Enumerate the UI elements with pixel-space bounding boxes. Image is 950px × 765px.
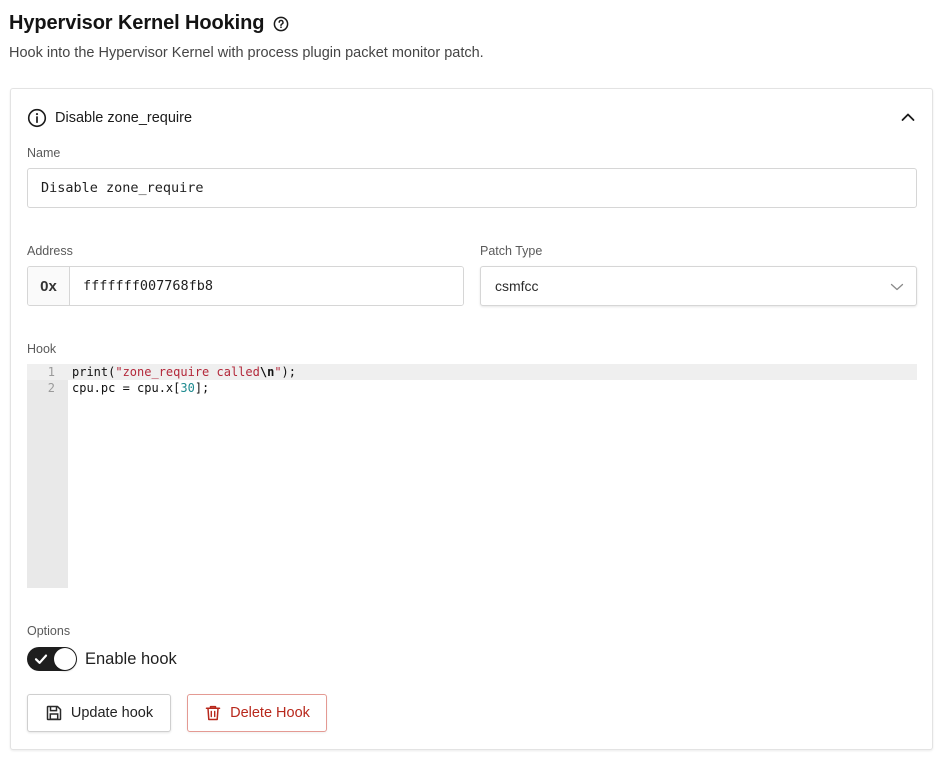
update-hook-button[interactable]: Update hook bbox=[27, 694, 171, 732]
code-line: 2 cpu.pc = cpu.x[30]; bbox=[27, 380, 917, 396]
address-label: Address bbox=[27, 244, 73, 258]
enable-hook-label: Enable hook bbox=[85, 650, 177, 669]
hook-label: Hook bbox=[27, 342, 56, 356]
line-number: 1 bbox=[27, 364, 55, 380]
name-input[interactable] bbox=[27, 168, 917, 208]
address-input[interactable] bbox=[70, 267, 463, 305]
patch-type-select[interactable]: csmfcc bbox=[480, 266, 917, 306]
enable-hook-option: Enable hook bbox=[27, 646, 177, 672]
code-gutter bbox=[27, 364, 68, 588]
options-label: Options bbox=[27, 624, 70, 638]
address-field: 0x bbox=[27, 266, 464, 306]
hook-card: Disable zone_require Name Address 0x Pat… bbox=[10, 88, 933, 750]
name-label: Name bbox=[27, 146, 60, 160]
patch-type-value: csmfcc bbox=[495, 278, 539, 294]
toggle-knob bbox=[54, 648, 76, 670]
page-title: Hypervisor Kernel Hooking bbox=[9, 12, 289, 35]
delete-hook-button[interactable]: Delete Hook bbox=[187, 694, 327, 732]
line-number: 2 bbox=[27, 380, 55, 396]
check-icon bbox=[34, 652, 48, 666]
update-hook-label: Update hook bbox=[71, 705, 153, 721]
code-editor[interactable]: 1 print("zone_require called\n"); 2 cpu.… bbox=[27, 364, 917, 588]
delete-hook-label: Delete Hook bbox=[230, 705, 310, 721]
code-text: cpu.pc = cpu.x[30]; bbox=[72, 380, 209, 396]
save-icon bbox=[45, 704, 63, 722]
code-text: print("zone_require called\n"); bbox=[72, 364, 296, 380]
chevron-down-icon bbox=[890, 281, 904, 293]
trash-icon bbox=[204, 704, 222, 722]
code-line: 1 print("zone_require called\n"); bbox=[27, 364, 917, 380]
page-subtitle: Hook into the Hypervisor Kernel with pro… bbox=[9, 45, 484, 61]
chevron-up-icon[interactable] bbox=[900, 109, 916, 125]
question-circle-icon[interactable] bbox=[273, 16, 289, 32]
address-prefix: 0x bbox=[28, 267, 70, 305]
hook-card-title: Disable zone_require bbox=[55, 110, 192, 126]
hook-card-header[interactable]: Disable zone_require bbox=[27, 108, 916, 128]
patch-type-label: Patch Type bbox=[480, 244, 542, 258]
page-title-text: Hypervisor Kernel Hooking bbox=[9, 12, 264, 35]
enable-hook-toggle[interactable] bbox=[27, 647, 77, 671]
info-circle-icon bbox=[27, 108, 47, 128]
